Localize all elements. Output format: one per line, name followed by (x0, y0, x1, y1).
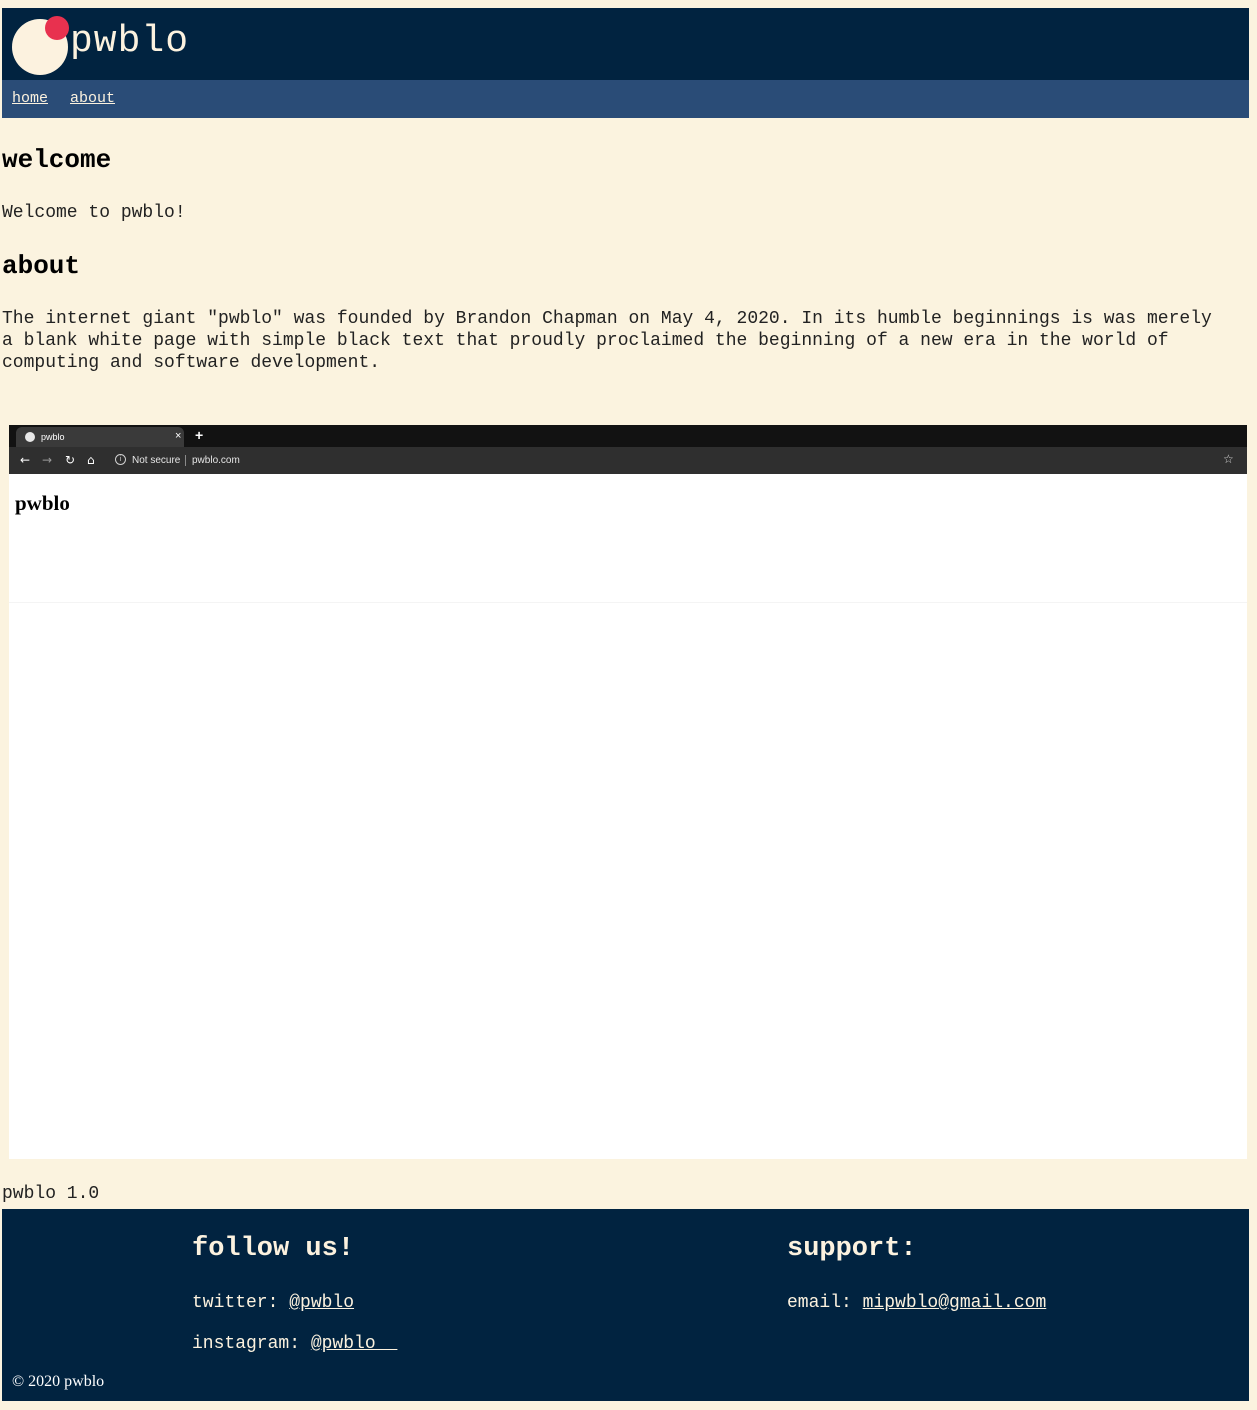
reload-icon: ↻ (65, 453, 76, 467)
logo-dot (45, 16, 69, 40)
browser-url: pwblo.com (192, 455, 240, 466)
omnibox-separator (185, 455, 186, 466)
site-header: pwblo (2, 8, 1249, 80)
new-tab-icon: + (195, 427, 204, 443)
email-link[interactable]: mipwblo@gmail.com (863, 1293, 1047, 1313)
version-label: pwblo 1.0 (2, 1184, 100, 1204)
support-heading: support: (787, 1234, 917, 1264)
nav-bar: home about (2, 80, 1249, 118)
security-label: Not secure (132, 455, 181, 466)
close-icon: × (175, 430, 182, 442)
site-title[interactable]: pwblo (70, 20, 189, 64)
site-footer: follow us! twitter: @pwblo instagram: @p… (2, 1209, 1249, 1401)
star-icon: ☆ (1223, 452, 1234, 466)
instagram-row: instagram: @pwblo__ (192, 1333, 397, 1355)
email-row: email: mipwblo@gmail.com (787, 1292, 1046, 1314)
copyright: © 2020 pwblo (12, 1373, 105, 1390)
pwblo-logo-icon[interactable] (12, 16, 69, 75)
twitter-link[interactable]: @pwblo (289, 1293, 354, 1313)
browser-tab: pwblo × (16, 427, 184, 447)
original-site-screenshot: pwblo × + ← → ↻ ⌂ i Not secure pwblo.com… (9, 425, 1247, 1159)
globe-icon (25, 432, 35, 442)
email-label: email: (787, 1293, 863, 1313)
about-text: The internet giant "pwblo" was founded b… (2, 309, 1212, 373)
instagram-label: instagram: (192, 1334, 311, 1354)
instagram-link[interactable]: @pwblo__ (311, 1334, 397, 1354)
nav-link-home[interactable]: home (12, 90, 48, 108)
about-heading: about (2, 251, 81, 281)
forward-icon: → (42, 453, 53, 467)
browser-url-bar: ← → ↻ ⌂ i Not secure pwblo.com ☆ (9, 447, 1247, 474)
twitter-label: twitter: (192, 1293, 290, 1313)
divider (9, 602, 1247, 603)
info-icon: i (115, 454, 126, 465)
browser-tab-title: pwblo (41, 432, 65, 442)
original-page-heading: pwblo (15, 491, 70, 515)
follow-heading: follow us! (192, 1234, 355, 1264)
back-icon: ← (20, 453, 31, 467)
twitter-row: twitter: @pwblo (192, 1292, 354, 1314)
welcome-text: Welcome to pwblo! (2, 203, 186, 223)
browser-tab-bar: pwblo × + (9, 425, 1247, 447)
nav-link-about[interactable]: about (70, 90, 115, 108)
welcome-heading: welcome (2, 145, 112, 175)
home-icon: ⌂ (87, 453, 95, 467)
